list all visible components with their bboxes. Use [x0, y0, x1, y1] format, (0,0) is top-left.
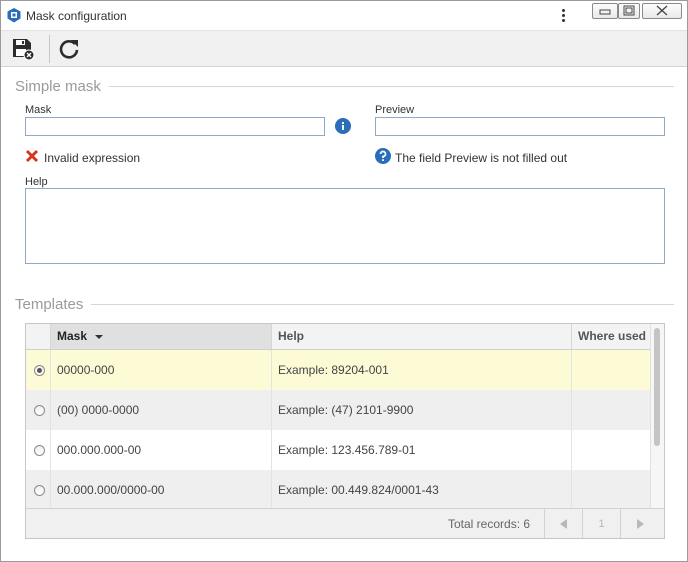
templates-divider — [91, 304, 674, 305]
row-where-used — [572, 470, 650, 508]
row-where-used — [572, 350, 650, 390]
templates-section-title: Templates — [15, 296, 92, 313]
mask-label: Mask — [25, 104, 52, 116]
grid-footer: Total records: 6 1 — [26, 508, 664, 538]
table-row[interactable]: (00) 0000-0000 Example: (47) 2101-9900 — [26, 390, 650, 430]
row-mask: 00000-000 — [51, 350, 272, 390]
mask-column-header[interactable]: Mask — [51, 324, 272, 349]
close-icon — [656, 5, 668, 16]
previous-page-button[interactable] — [544, 509, 582, 538]
minimize-icon — [599, 9, 611, 15]
save-and-close-button[interactable] — [9, 35, 37, 63]
row-radio[interactable] — [34, 445, 45, 456]
window-title: Mask configuration — [26, 9, 127, 23]
error-x-icon — [25, 149, 39, 163]
refresh-icon — [59, 40, 79, 59]
help-column-header[interactable]: Help — [272, 324, 572, 349]
table-row[interactable]: 000.000.000-00 Example: 123.456.789-01 — [26, 430, 650, 470]
row-radio[interactable] — [34, 485, 45, 496]
mask-input[interactable] — [25, 117, 325, 136]
preview-label: Preview — [375, 104, 415, 116]
select-column-header — [26, 324, 51, 349]
row-where-used — [572, 430, 650, 470]
grid-scrollbar[interactable] — [650, 324, 664, 508]
row-help: Example: 00.449.824/0001-43 — [272, 470, 572, 508]
more-options-icon[interactable] — [556, 7, 570, 25]
next-page-button[interactable] — [620, 509, 658, 538]
table-row[interactable]: 00.000.000/0000-00 Example: 00.449.824/0… — [26, 470, 650, 508]
grid-header: Mask Help Where used — [26, 324, 650, 350]
row-mask: 00.000.000/0000-00 — [51, 470, 272, 508]
mask-column-label: Mask — [57, 329, 88, 343]
minimize-button[interactable] — [592, 3, 618, 19]
where-used-column-header[interactable]: Where used — [572, 324, 650, 349]
maximize-icon — [623, 5, 635, 16]
preview-status-text: The field Preview is not filled out — [395, 151, 568, 165]
maximize-button[interactable] — [618, 3, 640, 19]
preview-input[interactable] — [375, 117, 665, 136]
mask-error-text: Invalid expression — [44, 151, 141, 165]
help-textarea[interactable] — [25, 188, 665, 264]
save-close-icon — [13, 39, 35, 61]
preview-status-message: The field Preview is not filled out — [375, 147, 567, 165]
triangle-right-icon — [636, 519, 644, 529]
row-help: Example: 89204-001 — [272, 350, 572, 390]
app-logo-icon — [7, 8, 21, 23]
mask-info-icon[interactable] — [335, 118, 351, 134]
sort-descending-icon — [95, 334, 104, 339]
toolbar — [1, 30, 687, 67]
mask-configuration-window: Mask configuration Simple mask Mask Prev… — [0, 0, 688, 562]
row-mask: 000.000.000-00 — [51, 430, 272, 470]
table-row[interactable]: 00000-000 Example: 89204-001 — [26, 350, 650, 390]
mask-error-message: Invalid expression — [25, 147, 140, 165]
row-radio[interactable] — [34, 365, 45, 376]
row-where-used — [572, 390, 650, 430]
simple-mask-divider — [101, 86, 674, 87]
help-label: Help — [25, 176, 48, 188]
scrollbar-thumb[interactable] — [654, 328, 660, 446]
row-help: Example: (47) 2101-9900 — [272, 390, 572, 430]
simple-mask-section-title: Simple mask — [15, 78, 109, 95]
grid-body: 00000-000 Example: 89204-001 (00) 0000-0… — [26, 350, 650, 508]
question-icon — [375, 148, 391, 164]
row-radio[interactable] — [34, 405, 45, 416]
total-records: Total records: 6 — [448, 517, 531, 531]
templates-grid: Mask Help Where used 00000-000 Example: … — [25, 323, 665, 539]
row-mask: (00) 0000-0000 — [51, 390, 272, 430]
toolbar-separator — [49, 35, 50, 63]
row-help: Example: 123.456.789-01 — [272, 430, 572, 470]
page-number[interactable]: 1 — [582, 509, 620, 538]
refresh-button[interactable] — [55, 35, 83, 63]
close-button[interactable] — [642, 3, 682, 19]
title-bar: Mask configuration — [1, 1, 687, 30]
triangle-left-icon — [559, 519, 567, 529]
